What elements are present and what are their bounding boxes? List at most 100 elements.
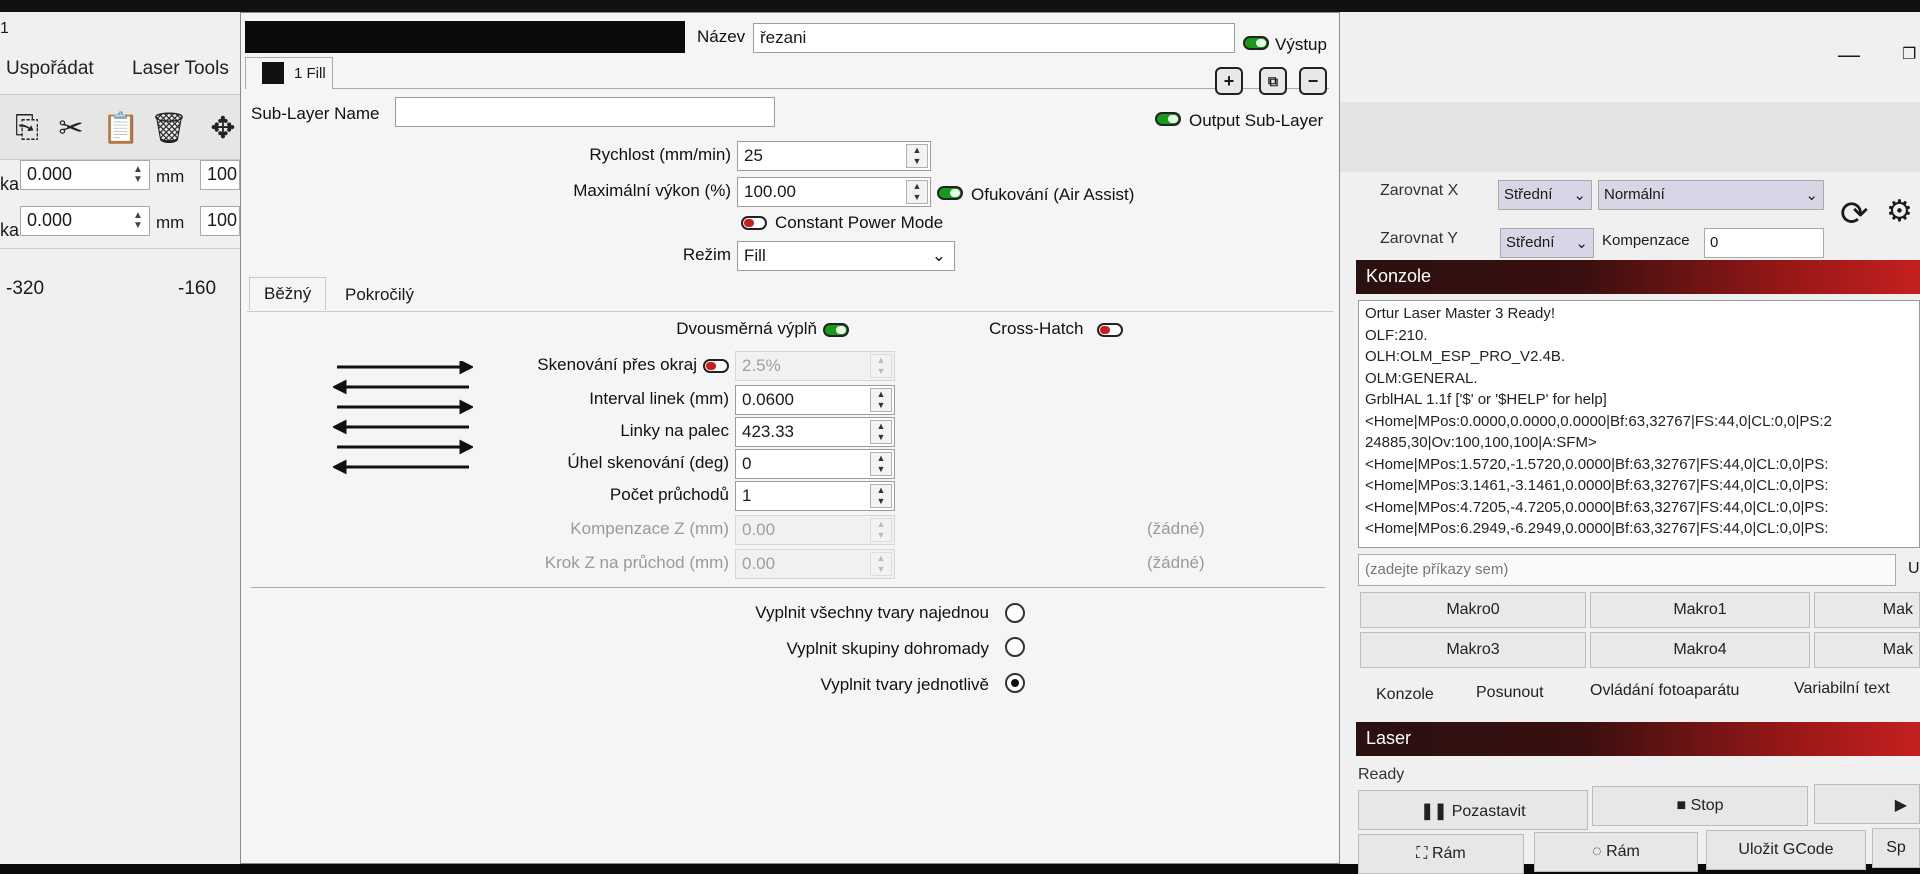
unit-label-2: mm [156,213,185,232]
play-icon: ▶ [1894,797,1907,814]
fill-all-label: Vyplnit všechny tvary najednou [755,603,989,622]
align-y-label: Zarovnat Y [1380,230,1458,247]
frame-circle-button[interactable]: ◌ Rám [1534,832,1698,872]
tab-console[interactable]: Konzole [1376,686,1434,704]
macro-5-button[interactable]: Mak [1814,632,1920,668]
delete-icon[interactable]: 🗑 [150,109,188,147]
mode-label: Režim [682,245,731,264]
align-y-select[interactable]: Střední ⌄ [1500,228,1594,258]
air-assist-toggle[interactable] [937,186,963,200]
mode-select[interactable]: Fill ⌄ [737,241,955,271]
console-header: Konzole [1356,260,1920,294]
rotate-icon[interactable]: ⟳ [1840,194,1869,234]
top-bezel [0,0,1920,12]
mode-select[interactable]: Normální ⌄ [1598,180,1824,210]
lines-per-inch-field[interactable]: 423.33 ▲ ▼ [735,417,895,447]
fill-all-radio[interactable] [1005,603,1025,623]
scan-angle-field[interactable]: 0 ▲ ▼ [735,449,895,479]
stop-button[interactable]: ■ Stop [1592,786,1808,826]
output-sublayer-toggle[interactable] [1155,112,1181,126]
fill-individually-label: Vyplnit tvary jednotlivě [820,675,989,694]
angle-spin[interactable]: ▲ ▼ [870,452,892,476]
save-gcode-button[interactable]: Uložit GCode [1706,830,1866,870]
tab-variable-text[interactable]: Variabilní text [1794,680,1890,698]
pass-count-label: Počet průchodů [609,485,729,504]
overscan-spin[interactable]: ▲ ▼ [870,354,892,378]
copy-icon[interactable]: ⎘ [10,109,44,147]
overscan-toggle[interactable] [703,359,729,373]
send-button[interactable]: Sp [1872,828,1920,868]
fill-groups-radio[interactable] [1005,637,1025,657]
sublayer-tab[interactable]: 1 Fill [245,57,333,89]
field-prefix-1: ka [0,174,20,194]
power-spin[interactable]: ▲ ▼ [906,180,928,204]
name-field[interactable]: řezani [753,23,1235,53]
macro-3-button[interactable]: Makro3 [1360,632,1586,668]
bidirectional-toggle[interactable] [823,323,849,337]
pause-icon: ❚❚ [1420,803,1448,820]
copy-sublayer-icon[interactable]: ⧉ [1259,67,1287,95]
z-step-label: Krok Z na průchod (mm) [544,553,729,572]
fill-individually-radio[interactable] [1005,673,1025,693]
macro-0-button[interactable]: Makro0 [1360,592,1586,628]
sublayer-tab-label: 1 Fill [294,65,326,82]
cut-icon[interactable]: ✂ [54,109,88,147]
laser-status: Ready [1358,766,1405,783]
crosshatch-toggle[interactable] [1097,323,1123,337]
compensation-field[interactable]: 0 [1704,228,1824,258]
layer-color-swatch[interactable] [245,21,685,53]
lock-icon[interactable]: ⚙ [1886,194,1913,229]
crosshatch-label: Cross-Hatch [989,319,1084,338]
command-input[interactable]: (zadejte příkazy sem) [1358,554,1896,586]
menu-arrange[interactable]: Uspořádat [6,58,94,80]
percent-field-1[interactable]: 100 [200,160,240,190]
line-interval-field[interactable]: 0.0600 ▲ ▼ [735,385,895,415]
pass-count-field[interactable]: 1 ▲ ▼ [735,481,895,511]
minimize-icon[interactable]: — [1838,42,1860,68]
macro-4-button[interactable]: Makro4 [1590,632,1810,668]
align-x-select[interactable]: Střední ⌄ [1498,180,1592,210]
stop-icon: ■ [1676,797,1687,814]
tab-basic[interactable]: Běžný [249,277,327,310]
maximize-icon[interactable]: ❐ [1902,44,1916,64]
power-field[interactable]: 100.00 ▲ ▼ [737,177,931,207]
macro-1-button[interactable]: Makro1 [1590,592,1810,628]
tab-move[interactable]: Posunout [1476,684,1544,702]
z-offset-spin[interactable]: ▲ ▼ [870,518,892,542]
add-sublayer-icon[interactable]: + [1215,67,1243,95]
ruler-tick: -160 [178,278,217,299]
menu-laser-tools[interactable]: Laser Tools [132,58,229,80]
pause-button[interactable]: ❚❚ Pozastavit [1358,790,1588,830]
width-field[interactable]: 0.000 ▲ ▼ [20,160,150,190]
tab-advanced[interactable]: Pokročilý [331,279,428,311]
constant-power-toggle[interactable] [741,216,767,230]
passes-spin[interactable]: ▲ ▼ [870,484,892,508]
section-divider [251,587,1325,588]
interval-spin[interactable]: ▲ ▼ [870,388,892,412]
command-send[interactable]: U [1908,560,1920,578]
console-output: Ortur Laser Master 3 Ready! OLF:210. OLH… [1358,300,1920,548]
bidirectional-label: Dvousměrná výplň [676,319,817,338]
height-field[interactable]: 0.000 ▲ ▼ [20,206,150,236]
output-toggle[interactable] [1243,36,1269,50]
overscan-field[interactable]: 2.5% ▲ ▼ [735,351,895,381]
move-icon[interactable]: ✥ [206,109,240,147]
speed-spin[interactable]: ▲ ▼ [906,144,928,168]
fill-groups-label: Vyplnit skupiny dohromady [786,639,989,658]
tab-camera[interactable]: Ovládání fotoaparátu [1590,682,1739,700]
frame-button[interactable]: ⛶ Rám [1358,834,1524,874]
start-button[interactable]: ▶ [1814,784,1920,824]
speed-field[interactable]: 25 ▲ ▼ [737,141,931,171]
paste-icon[interactable]: 📋 [102,109,139,147]
percent-field-2[interactable]: 100 [200,206,240,236]
right-toolbar [1340,102,1920,172]
z-offset-note: (žádné) [1147,519,1205,538]
remove-sublayer-icon[interactable]: − [1299,67,1327,95]
z-step-spin[interactable]: ▲ ▼ [870,552,892,576]
z-step-field[interactable]: 0.00 ▲ ▼ [735,549,895,579]
macro-2-button[interactable]: Mak [1814,592,1920,628]
tab-line [333,88,1329,89]
z-offset-field[interactable]: 0.00 ▲ ▼ [735,515,895,545]
sublayer-name-field[interactable] [395,97,775,127]
lpi-spin[interactable]: ▲ ▼ [870,420,892,444]
